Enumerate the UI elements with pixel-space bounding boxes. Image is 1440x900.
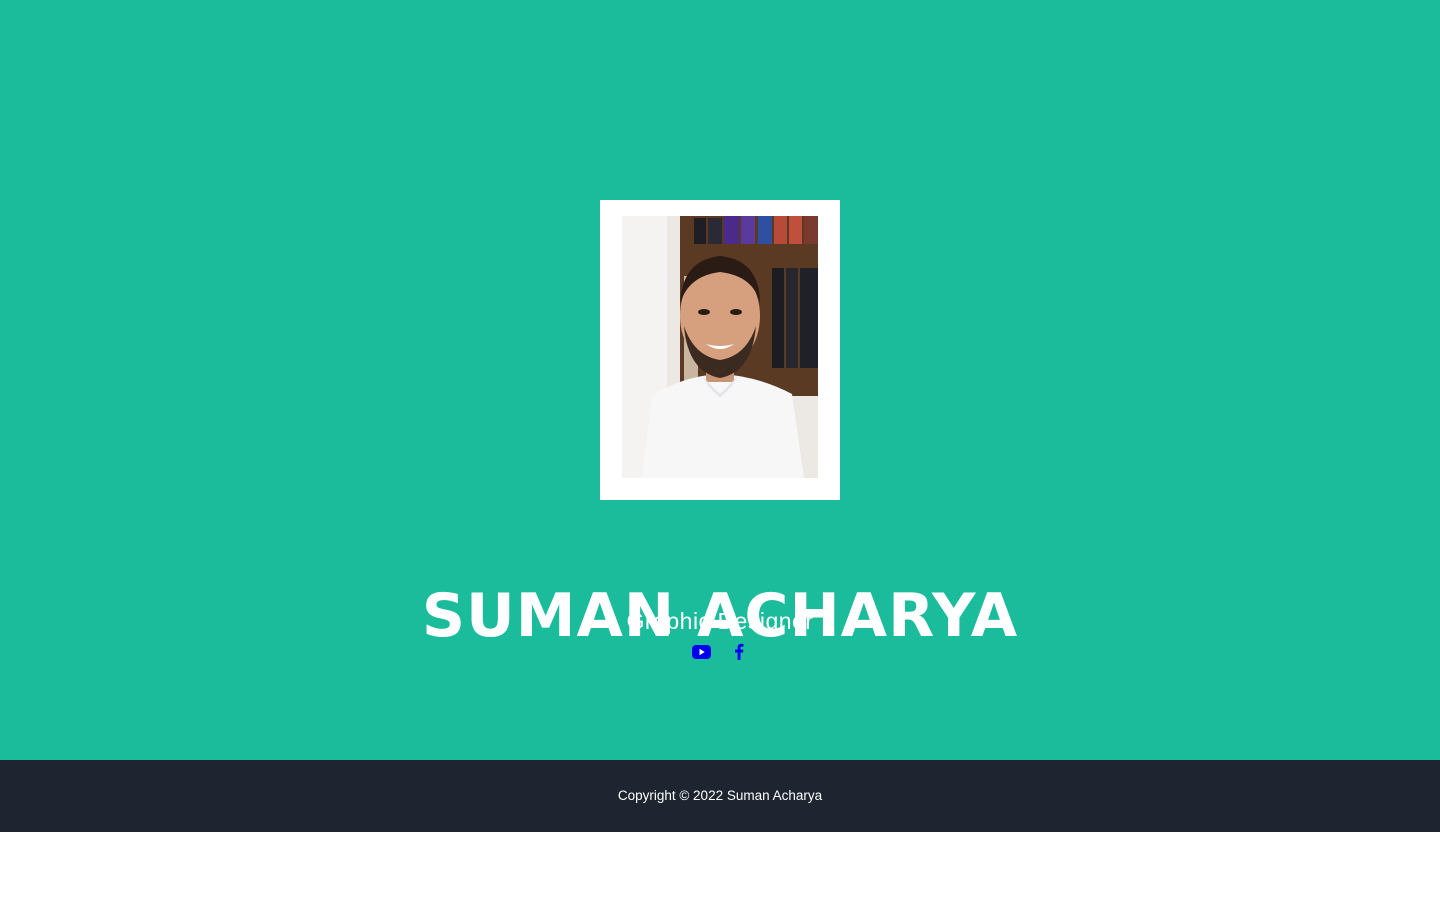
youtube-icon <box>692 644 711 659</box>
copyright-text: Copyright © 2022 Suman Acharya <box>617 788 823 803</box>
profile-photo-illustration <box>622 216 818 478</box>
footer: Copyright © 2022 Suman Acharya <box>0 760 1440 832</box>
profile-role: Graphic Designer <box>626 608 814 634</box>
hero-section: SUMAN ACHARYA Graphic Designer <box>0 0 1440 760</box>
profile-photo <box>622 216 818 478</box>
social-links <box>0 642 1440 662</box>
profile-photo-frame <box>600 200 840 500</box>
facebook-link[interactable] <box>729 642 748 661</box>
youtube-link[interactable] <box>692 642 711 661</box>
facebook-icon <box>734 643 743 660</box>
